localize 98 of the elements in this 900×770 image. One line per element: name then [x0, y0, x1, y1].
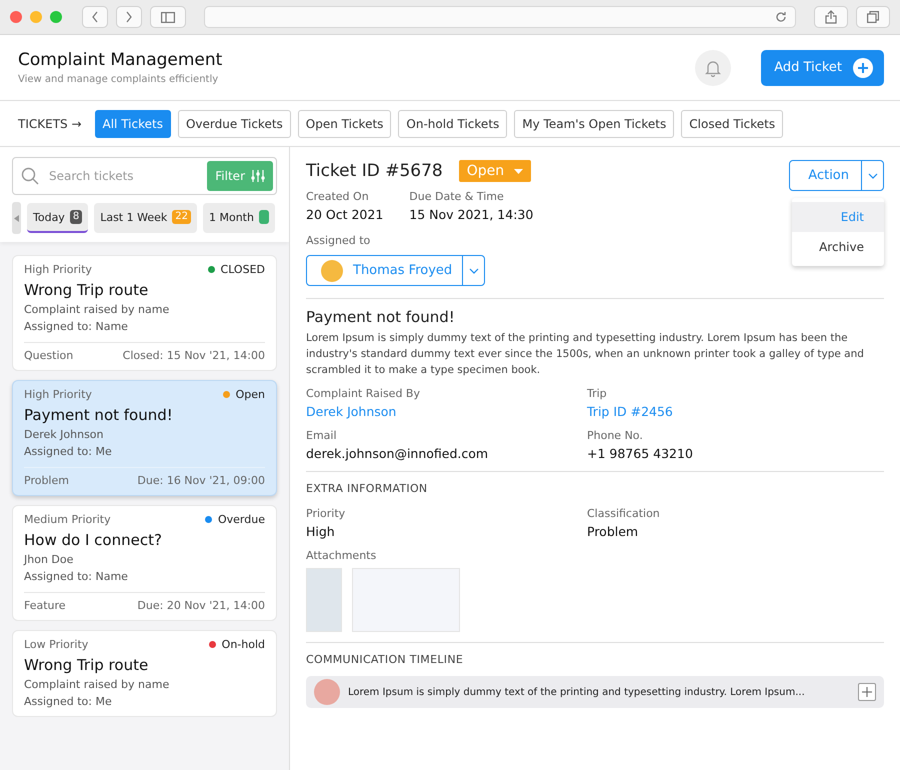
assignee-text: Assigned to: Me [24, 695, 113, 708]
chevron-down-icon [868, 172, 878, 178]
issue-title: Payment not found! [306, 308, 456, 326]
sliders-icon [251, 170, 265, 182]
priority-label: High Priority [24, 263, 92, 276]
ticket-tab[interactable]: Overdue Tickets [178, 110, 291, 138]
timeline-text: Lorem Ipsum is simply dummy text of the printing and typesetting industry. Lorem Ipsum... [348, 686, 806, 698]
reload-icon[interactable] [775, 11, 787, 23]
expand-button[interactable] [858, 683, 876, 701]
ticket-card[interactable]: Low Priority On-hold Wrong Trip route Complaint raised by name Assigned to: Me [12, 630, 277, 717]
date-label: Due Date & Time [409, 190, 505, 203]
chevron-left-icon [91, 11, 99, 23]
raised-by-text: Derek Johnson [24, 428, 105, 441]
sidebar-icon [161, 12, 175, 22]
ticket-tab[interactable]: On-hold Tickets [398, 110, 508, 138]
raised-by-text: Complaint raised by name [24, 303, 170, 316]
sidebar-toggle-button[interactable] [150, 6, 186, 28]
ticket-card[interactable]: Medium Priority Overdue How do I connect? Jhon Doe Assigned to: Name Feature Due: 20 Nov '21, 14:00 [12, 505, 277, 621]
avatar-icon [321, 260, 343, 282]
ticket-type: Feature [24, 599, 66, 612]
ticket-date: Due: 16 Nov '21, 09:00 [137, 474, 265, 487]
date-value: 20 Oct 2021 [306, 207, 384, 222]
issue-description: Lorem Ipsum is simply dummy text of the printing and typesetting industry. Lorem Ipsum has been the industry's standard dummy text ever since the 1500s, when an unknown printer took a galley of type and scrambled it to make a type specimen book. [306, 331, 865, 378]
period-chip[interactable]: Today 8 [27, 203, 88, 233]
assignee-text: Assigned to: Me [24, 445, 113, 458]
maximize-window-icon[interactable] [50, 11, 62, 23]
attachments-label: Attachments [306, 549, 378, 562]
field-value: High [306, 524, 336, 539]
tickets-label: TICKETS → [18, 116, 82, 130]
close-window-icon[interactable] [10, 11, 22, 23]
ticket-date: Closed: 15 Nov '21, 14:00 [122, 349, 265, 362]
raised-by-text: Complaint raised by name [24, 678, 170, 691]
menu-item[interactable]: Archive [792, 232, 884, 262]
status-label: CLOSED [220, 263, 265, 276]
ticket-title: Payment not found! [24, 406, 174, 424]
ticket-card[interactable]: High Priority CLOSED Wrong Trip route Complaint raised by name Assigned to: Name Question Closed: 15 Nov '21, 14:00 [12, 255, 277, 371]
back-button[interactable] [82, 6, 108, 28]
assignee-text: Assigned to: Name [24, 320, 129, 333]
page-subtitle: View and manage complaints efficiently [18, 74, 220, 85]
action-caret-button[interactable] [861, 161, 883, 190]
status-label: On-hold [222, 638, 265, 651]
ticket-title: Wrong Trip route [24, 281, 150, 299]
field-value: +1 98765 43210 [587, 446, 694, 461]
ticket-card[interactable]: High Priority Open Payment not found! Derek Johnson Assigned to: Me Problem Due: 16 Nov '21, 09:00 [12, 380, 277, 496]
ticket-type: Problem [24, 474, 69, 487]
caret-icon [514, 168, 524, 174]
attachment-thumbnail[interactable] [352, 568, 460, 632]
assignee-caret-button[interactable] [462, 256, 484, 285]
field-label: Trip [587, 387, 608, 400]
field-value: derek.johnson@innofied.com [306, 446, 490, 461]
count-badge: 22 [172, 210, 191, 224]
forward-button[interactable] [116, 6, 142, 28]
priority-label: Low Priority [24, 638, 88, 651]
avatar-icon [314, 679, 340, 705]
ticket-tab[interactable]: Open Tickets [298, 110, 392, 138]
share-icon [825, 10, 837, 24]
field-label: Classification [587, 507, 661, 520]
field-value: Problem [587, 524, 640, 539]
priority-label: High Priority [24, 388, 92, 401]
triangle-left-icon [14, 214, 19, 222]
notification-button[interactable] [695, 50, 732, 86]
chevron-right-icon [125, 11, 133, 23]
period-chip[interactable]: 1 Month [202, 203, 275, 233]
minimize-window-icon[interactable] [30, 11, 42, 23]
plus-circle-icon [852, 56, 874, 78]
period-chip[interactable]: Last 1 Week 22 [94, 203, 197, 233]
chevron-down-icon [468, 268, 479, 274]
tabs-icon [867, 11, 879, 23]
date-label: Created On [306, 190, 370, 203]
ticket-tab[interactable]: My Team's Open Tickets [514, 110, 674, 138]
section-heading: EXTRA INFORMATION [306, 482, 428, 495]
bell-icon [705, 58, 722, 76]
count-badge: 8 [70, 210, 82, 224]
status-label: Open [236, 388, 265, 401]
assigned-label: Assigned to [306, 234, 372, 247]
raised-by-text: Jhon Doe [24, 553, 74, 566]
ticket-date: Due: 20 Nov '21, 14:00 [137, 599, 265, 612]
scroll-left-button[interactable] [12, 202, 21, 234]
ticket-title: Wrong Trip route [24, 656, 150, 674]
field-label: Complaint Raised By [306, 387, 421, 400]
attachment-thumbnail[interactable] [306, 568, 342, 632]
field-label: Email [306, 429, 338, 442]
field-label: Priority [306, 507, 346, 520]
status-label: Overdue [218, 513, 265, 526]
page-title: Complaint Management [18, 50, 224, 70]
ticket-type: Question [24, 349, 74, 362]
search-icon [21, 167, 39, 185]
assignee-text: Assigned to: Name [24, 570, 129, 583]
ticket-id: Ticket ID #5678 [306, 161, 443, 181]
ticket-tab[interactable]: Closed Tickets [681, 110, 784, 138]
tabs-button[interactable] [856, 6, 890, 28]
date-value: 15 Nov 2021, 14:30 [409, 207, 534, 222]
priority-label: Medium Priority [24, 513, 111, 526]
plus-icon [862, 687, 872, 697]
field-label: Phone No. [587, 429, 644, 442]
ticket-title: How do I connect? [24, 531, 163, 549]
share-button[interactable] [814, 6, 848, 28]
section-heading: COMMUNICATION TIMELINE [306, 653, 464, 666]
